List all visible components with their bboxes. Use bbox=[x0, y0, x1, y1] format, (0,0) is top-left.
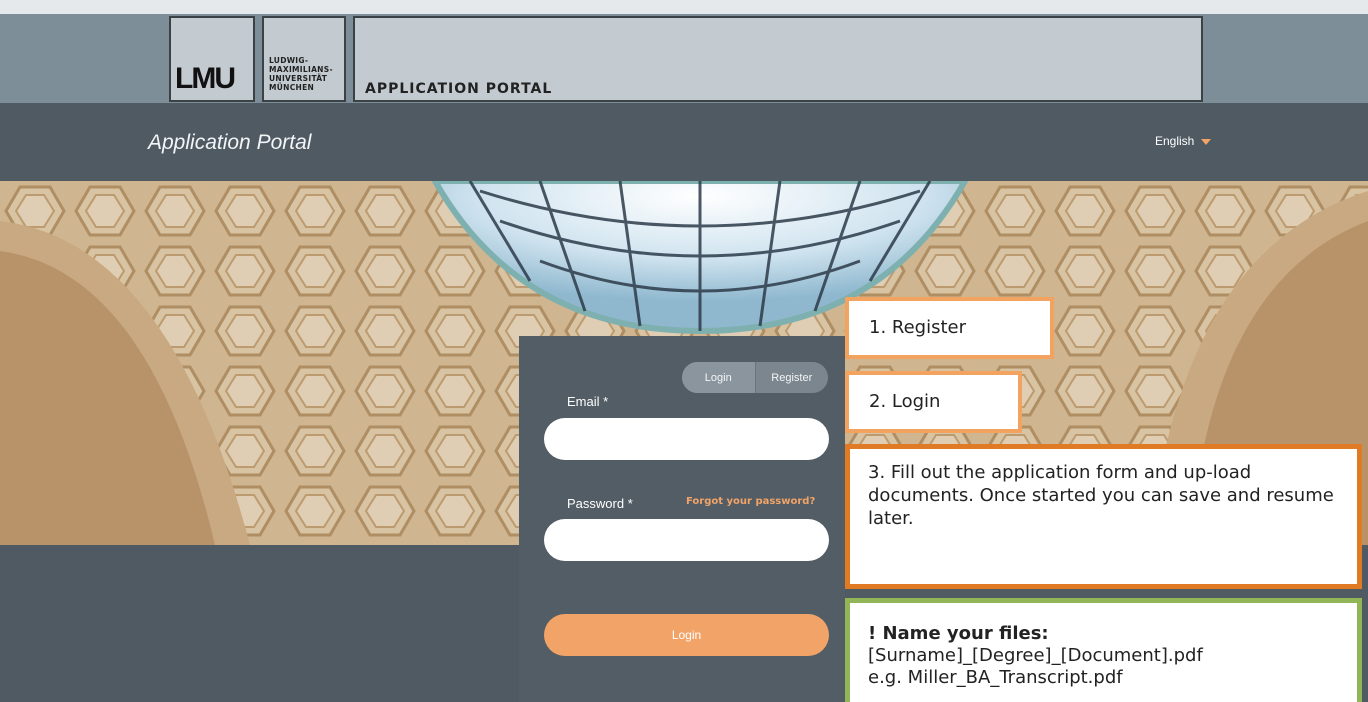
chevron-down-icon bbox=[1201, 138, 1212, 145]
callout-step-login: 2. Login bbox=[845, 371, 1022, 433]
forgot-password-link[interactable]: Forgot your password? bbox=[686, 496, 815, 507]
login-panel: Login Register Email * Password * Forgot… bbox=[519, 336, 845, 702]
top-banner: LMU LUDWIG- MAXIMILIANS- UNIVERSITÄT MÜN… bbox=[0, 0, 1368, 103]
university-name: LUDWIG- MAXIMILIANS- UNIVERSITÄT MÜNCHEN bbox=[269, 56, 333, 92]
email-label: Email * bbox=[567, 394, 609, 409]
callout-step-register: 1. Register bbox=[845, 297, 1054, 359]
login-button[interactable]: Login bbox=[544, 614, 829, 656]
file-naming-heading: ! Name your files: bbox=[868, 623, 1049, 644]
file-naming-example: e.g. Miller_BA_Transcript.pdf bbox=[868, 667, 1123, 688]
tab-login[interactable]: Login bbox=[682, 362, 755, 393]
language-label: English bbox=[1155, 134, 1195, 148]
portal-title: APPLICATION PORTAL bbox=[365, 81, 553, 97]
auth-toggle: Login Register bbox=[682, 362, 828, 393]
navbar: Application Portal English bbox=[0, 103, 1368, 181]
tab-register[interactable]: Register bbox=[754, 362, 829, 393]
password-field[interactable] bbox=[544, 519, 829, 561]
callout-file-naming: ! Name your files: [Surname]_[Degree]_[D… bbox=[845, 598, 1362, 702]
app-title[interactable]: Application Portal bbox=[148, 131, 311, 155]
portal-title-box: APPLICATION PORTAL bbox=[353, 16, 1203, 102]
lmu-logo[interactable]: LMU bbox=[169, 16, 255, 102]
file-naming-pattern: [Surname]_[Degree]_[Document].pdf bbox=[868, 645, 1203, 666]
logo-mark: LMU bbox=[175, 62, 236, 95]
callout-step-fill-form: 3. Fill out the application form and up-… bbox=[845, 444, 1362, 589]
password-label: Password * bbox=[567, 496, 633, 511]
university-name-box: LUDWIG- MAXIMILIANS- UNIVERSITÄT MÜNCHEN bbox=[262, 16, 346, 102]
email-field[interactable] bbox=[544, 418, 829, 460]
language-selector[interactable]: English bbox=[1155, 134, 1212, 148]
page: LMU LUDWIG- MAXIMILIANS- UNIVERSITÄT MÜN… bbox=[0, 0, 1368, 702]
